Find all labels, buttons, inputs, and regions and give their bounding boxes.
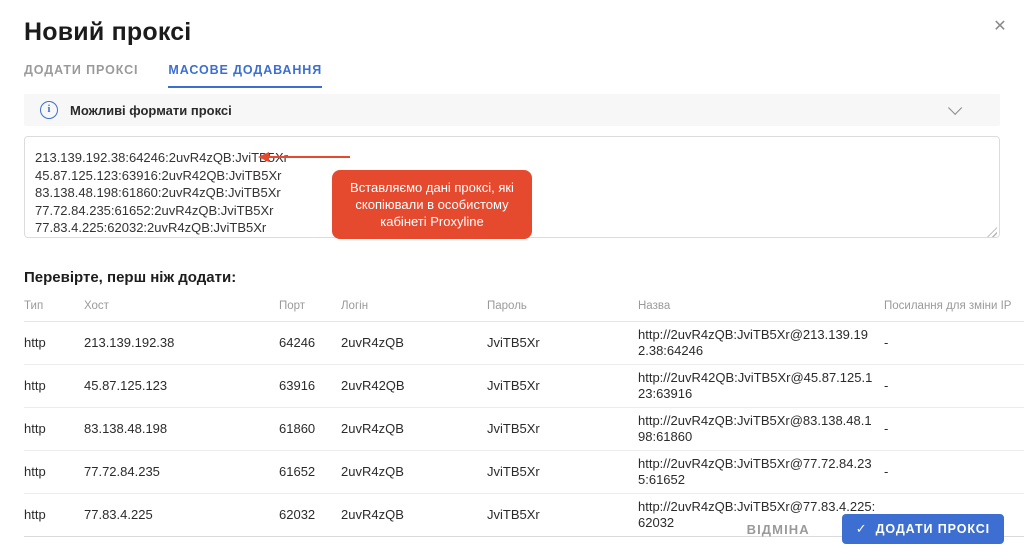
table-cell: http://2uvR42QB:JviTB5Xr@45.87.125.123:6…	[638, 365, 884, 408]
table-cell: 61860	[279, 408, 341, 451]
info-icon: i	[40, 101, 58, 119]
column-header-4: Логін	[341, 290, 487, 322]
table-cell: 2uvR4zQB	[341, 494, 487, 537]
new-proxy-modal: Новий проксі ✕ ДОДАТИ ПРОКСІ МАСОВЕ ДОДАВ…	[0, 0, 1024, 560]
column-header-7: Посилання для зміни IP	[884, 290, 1024, 322]
cancel-button[interactable]: ВІДМІНА	[741, 521, 816, 538]
table-cell: 2uvR4zQB	[341, 322, 487, 365]
paste-area-wrapper: 213.139.192.38:64246:2uvR4zQB:JviTB5Xr 4…	[24, 136, 1000, 243]
table-cell: JviTB5Xr	[487, 365, 638, 408]
close-icon[interactable]: ✕	[988, 14, 1012, 38]
table-cell: 62032	[279, 494, 341, 537]
table-cell: 61652	[279, 451, 341, 494]
table-cell: 2uvR42QB	[341, 365, 487, 408]
table-cell: -	[884, 322, 1024, 365]
column-header-3: Порт	[279, 290, 341, 322]
table-cell: 2uvR4zQB	[341, 451, 487, 494]
table-cell: http://2uvR4zQB:JviTB5Xr@77.72.84.235:61…	[638, 451, 884, 494]
proxy-formats-accordion[interactable]: i Можливі формати проксі	[24, 94, 1000, 126]
table-cell: 213.139.192.38	[84, 322, 279, 365]
table-cell: -	[884, 408, 1024, 451]
add-proxy-button-label: ДОДАТИ ПРОКСІ	[876, 522, 990, 536]
table-cell: 77.72.84.235	[84, 451, 279, 494]
table-cell: JviTB5Xr	[487, 408, 638, 451]
table-head: ТипХостПортЛогінПарольНазваПосилання для…	[24, 290, 1024, 322]
accordion-label: Можливі формати проксі	[70, 103, 948, 118]
table-cell: http	[24, 451, 84, 494]
column-header-1: Тип	[24, 290, 84, 322]
table-cell: 63916	[279, 365, 341, 408]
table-row: http213.139.192.38642462uvR4zQBJviTB5Xrh…	[24, 322, 1024, 365]
table-cell: http://2uvR4zQB:JviTB5Xr@83.138.48.198:6…	[638, 408, 884, 451]
column-header-5: Пароль	[487, 290, 638, 322]
table-cell: 64246	[279, 322, 341, 365]
column-header-2: Хост	[84, 290, 279, 322]
table-cell: -	[884, 365, 1024, 408]
table-row: http77.72.84.235616522uvR4zQBJviTB5Xrhtt…	[24, 451, 1024, 494]
tab-bulk-add[interactable]: МАСОВЕ ДОДАВАННЯ	[168, 63, 322, 88]
table-cell: http	[24, 322, 84, 365]
table-cell: 45.87.125.123	[84, 365, 279, 408]
table-cell: http	[24, 408, 84, 451]
table-row: http45.87.125.123639162uvR42QBJviTB5Xrht…	[24, 365, 1024, 408]
modal-header: Новий проксі ✕	[0, 0, 1024, 47]
add-proxy-button[interactable]: ✓ ДОДАТИ ПРОКСІ	[842, 514, 1004, 544]
chevron-down-icon	[948, 101, 962, 115]
table-cell: JviTB5Xr	[487, 322, 638, 365]
modal-footer: ВІДМІНА ✓ ДОДАТИ ПРОКСІ	[741, 514, 1004, 544]
table-row: http83.138.48.198618602uvR4zQBJviTB5Xrht…	[24, 408, 1024, 451]
table-cell: http://2uvR4zQB:JviTB5Xr@213.139.192.38:…	[638, 322, 884, 365]
proxy-preview-table: ТипХостПортЛогінПарольНазваПосилання для…	[24, 290, 1024, 537]
column-header-6: Назва	[638, 290, 884, 322]
table-cell: 2uvR4zQB	[341, 408, 487, 451]
table-cell: JviTB5Xr	[487, 494, 638, 537]
table-cell: 77.83.4.225	[84, 494, 279, 537]
proxy-paste-textarea[interactable]: 213.139.192.38:64246:2uvR4zQB:JviTB5Xr 4…	[24, 136, 1000, 238]
table-cell: -	[884, 451, 1024, 494]
table-cell: 83.138.48.198	[84, 408, 279, 451]
page-title: Новий проксі	[24, 18, 1000, 47]
tab-bar: ДОДАТИ ПРОКСІ МАСОВЕ ДОДАВАННЯ	[0, 63, 1024, 88]
tab-add-proxy[interactable]: ДОДАТИ ПРОКСІ	[24, 63, 138, 88]
check-heading: Перевірте, перш ніж додати:	[24, 269, 1000, 286]
table-cell: http	[24, 365, 84, 408]
table-cell: JviTB5Xr	[487, 451, 638, 494]
table-cell: http	[24, 494, 84, 537]
check-icon: ✓	[856, 521, 868, 537]
